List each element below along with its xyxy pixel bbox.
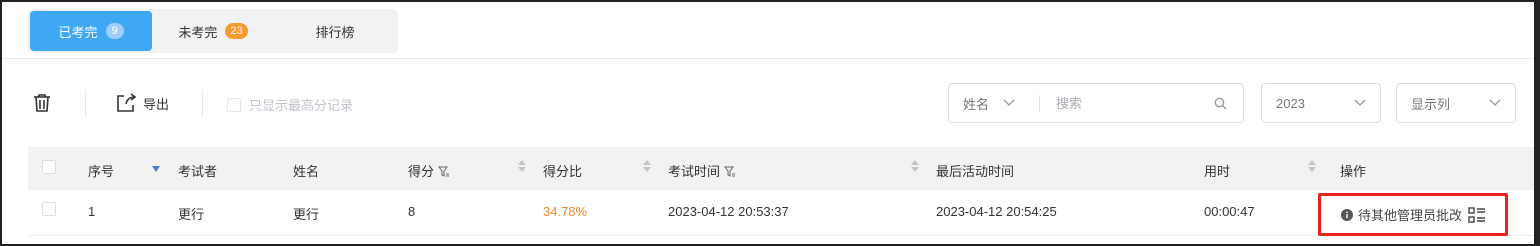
divider (2, 58, 1534, 59)
only-max-score-label: 只显示最高分记录 (249, 98, 354, 113)
tab-bar: 已考完 9 未考完 23 排行榜 (28, 9, 398, 53)
pending-review-label: 待其他管理员批改 (1358, 208, 1463, 223)
columns-select[interactable]: 显示列 (1396, 83, 1516, 123)
year-value: 2023 (1276, 95, 1305, 111)
table-header: 序号 考试者 姓名 得分 得分比 考试时间 最后活动时间 用时 操作 (28, 147, 1534, 190)
toolbar-divider (202, 90, 203, 116)
chevron-down-icon (1003, 99, 1015, 106)
row-checkbox[interactable] (42, 202, 56, 216)
filter-icon[interactable] (724, 166, 736, 178)
info-icon (1341, 208, 1353, 221)
score-sorter[interactable] (518, 160, 526, 172)
year-select[interactable]: 2023 (1261, 83, 1381, 123)
search-box: 姓名 (948, 83, 1244, 123)
col-score-label: 得分 (408, 164, 435, 179)
col-index[interactable]: 序号 (88, 161, 114, 180)
toolbar-divider (85, 90, 86, 116)
tab-completed-label: 已考完 (58, 24, 98, 40)
col-last-active[interactable]: 最后活动时间 (936, 161, 1014, 180)
export-label: 导出 (143, 96, 170, 112)
cell-exam-time: 2023-04-12 20:53:37 (668, 204, 789, 219)
table-row[interactable]: 1 更行 更行 8 34.78% 2023-04-12 20:53:37 202… (28, 190, 1534, 236)
col-score[interactable]: 得分 (408, 161, 450, 180)
columns-label: 显示列 (1411, 96, 1451, 112)
exam-time-sorter[interactable] (911, 160, 919, 172)
delete-button[interactable] (31, 92, 53, 117)
select-all-checkbox[interactable] (42, 160, 56, 174)
col-duration[interactable]: 用时 (1204, 161, 1230, 180)
only-max-score-checkbox[interactable]: 只显示最高分记录 (227, 95, 353, 114)
col-exam-time[interactable]: 考试时间 (668, 161, 736, 180)
tab-leaderboard[interactable]: 排行榜 (274, 11, 396, 51)
search-input[interactable] (1040, 88, 1200, 118)
duration-sorter[interactable] (1308, 160, 1316, 172)
trash-icon (34, 94, 50, 112)
ratio-sorter[interactable] (643, 160, 651, 172)
col-examinee[interactable]: 考试者 (178, 161, 217, 180)
cell-index: 1 (88, 204, 96, 219)
export-button[interactable]: 导出 (115, 92, 169, 114)
col-ratio[interactable]: 得分比 (543, 161, 582, 180)
cell-name: 更行 (293, 207, 320, 222)
search-field-select[interactable]: 姓名 (949, 94, 1039, 113)
tab-completed-count-badge: 9 (105, 23, 124, 39)
list-icon[interactable] (1468, 206, 1486, 224)
sort-desc-icon[interactable] (152, 166, 160, 172)
cell-score: 8 (408, 204, 416, 219)
checkbox-box[interactable] (227, 97, 241, 112)
export-icon (117, 93, 137, 112)
pending-review-action[interactable]: 待其他管理员批改 (1318, 193, 1508, 236)
tab-unfinished-label: 未考完 (178, 24, 218, 40)
tab-unfinished-count-badge: 23 (225, 23, 248, 39)
search-field-label: 姓名 (963, 96, 990, 112)
tab-completed[interactable]: 已考完 9 (30, 11, 152, 51)
chevron-down-icon (1489, 99, 1501, 106)
tab-leaderboard-label: 排行榜 (315, 24, 355, 40)
col-exam-time-label: 考试时间 (668, 164, 721, 179)
cell-examinee: 更行 (178, 207, 205, 222)
col-actions: 操作 (1340, 164, 1367, 179)
filter-icon[interactable] (438, 166, 450, 178)
search-icon[interactable] (1214, 97, 1227, 110)
window-edge (1534, 0, 1540, 246)
col-name[interactable]: 姓名 (293, 161, 319, 180)
tab-unfinished[interactable]: 未考完 23 (152, 11, 274, 51)
cell-ratio: 34.78% (543, 204, 588, 219)
cell-duration: 00:00:47 (1204, 204, 1255, 219)
chevron-down-icon (1354, 99, 1366, 106)
cell-last-active: 2023-04-12 20:54:25 (936, 204, 1057, 219)
